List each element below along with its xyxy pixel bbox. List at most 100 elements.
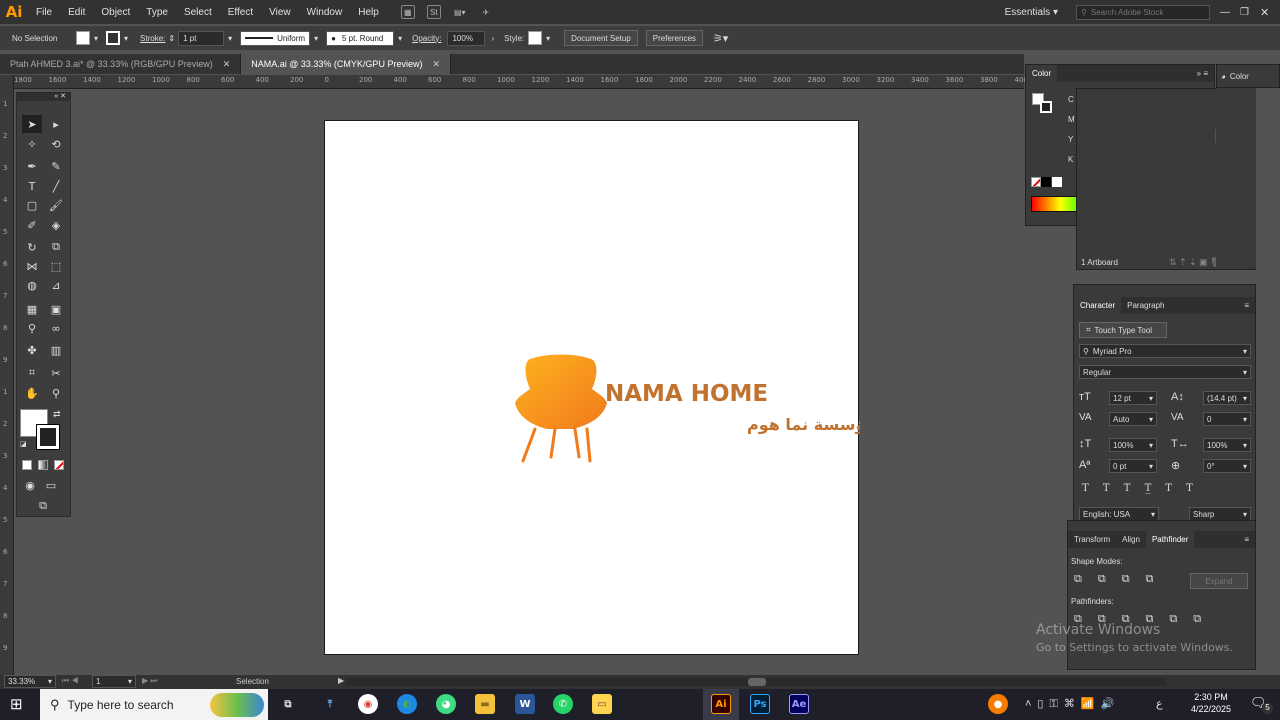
line-tool-icon[interactable]: ╱: [46, 177, 66, 195]
tab-pathfinder[interactable]: Pathfinder: [1145, 531, 1195, 548]
horizontal-scrollbar[interactable]: [346, 678, 1166, 686]
taskbar-search-box[interactable]: ⚲ Type here to search: [40, 689, 268, 720]
maximize-icon[interactable]: ❐: [1240, 7, 1260, 18]
artboard-tool-icon[interactable]: ⌗: [22, 364, 42, 382]
arrange-documents-icon[interactable]: ▤▾: [453, 5, 467, 19]
search-highlight-icon[interactable]: [210, 692, 264, 717]
eyedropper-tool-icon[interactable]: ⚲: [22, 319, 42, 337]
chevron-down-icon[interactable]: ▾: [546, 34, 550, 43]
menu-edit[interactable]: Edit: [60, 7, 93, 18]
kerning-field[interactable]: Auto ▾: [1109, 412, 1157, 426]
chevron-down-icon[interactable]: ▾: [314, 34, 318, 43]
align-menu-icon[interactable]: ⚞▾: [713, 32, 728, 45]
photoshop-taskbar-icon[interactable]: Ps: [750, 694, 770, 714]
task-view-icon[interactable]: ⧉: [278, 694, 298, 714]
paintbrush-tool-icon[interactable]: 🖌: [46, 196, 66, 214]
draw-normal-icon[interactable]: ◉: [20, 476, 40, 494]
character-panel-header[interactable]: Character Paragraph ≡: [1074, 297, 1255, 314]
leading-field[interactable]: (14.4 pt) ▾: [1203, 391, 1251, 405]
stroke-weight-field[interactable]: 1 pt: [178, 30, 225, 46]
artboard-actions-icon[interactable]: ⇅ ⇡ ⇣ ▣ 🗑: [1169, 257, 1222, 268]
graphic-style-swatch[interactable]: [528, 31, 543, 45]
rectangle-tool-icon[interactable]: ▢: [22, 196, 42, 214]
color-panel-header[interactable]: Color » ≡: [1026, 65, 1214, 82]
stroke-color-icon[interactable]: [36, 424, 60, 450]
text-style-buttons-icon[interactable]: TTTT̲TT: [1082, 483, 1207, 494]
anti-aliasing-field[interactable]: Sharp ▾: [1189, 507, 1251, 521]
selection-tool-icon[interactable]: ➤: [22, 115, 42, 133]
gpu-performance-icon[interactable]: ✈: [479, 5, 493, 19]
weather-icon[interactable]: ●: [988, 694, 1008, 714]
chevron-down-icon[interactable]: ▾: [124, 34, 128, 43]
slice-tool-icon[interactable]: ✂: [46, 364, 66, 382]
edit-toolbar-icon[interactable]: ⧉: [33, 497, 53, 515]
character-rotation-field[interactable]: 0° ▾: [1203, 459, 1251, 473]
black-swatch[interactable]: [1041, 177, 1051, 187]
tab-transform[interactable]: Transform: [1068, 531, 1116, 548]
tab-nama[interactable]: NAMA.ai @ 33.33% (CMYK/GPU Preview) ✕: [241, 54, 451, 74]
column-graph-tool-icon[interactable]: ▥: [46, 341, 66, 359]
tab-color[interactable]: Color: [1026, 65, 1058, 82]
free-transform-tool-icon[interactable]: ⬚: [46, 257, 66, 275]
none-mode-icon[interactable]: [54, 460, 64, 470]
windows-start-icon[interactable]: ⊞: [10, 695, 23, 713]
artboard[interactable]: NAMA HOME مؤسسة نما هوم: [324, 120, 875, 656]
chevron-down-icon[interactable]: ▾: [1243, 368, 1247, 377]
color-mode-icon[interactable]: [22, 460, 32, 470]
input-language-indicator[interactable]: ع: [1156, 697, 1163, 710]
file-upload-icon[interactable]: ⤒: [320, 694, 340, 714]
color-panel-icon-tab[interactable]: ◕ Color: [1216, 64, 1280, 88]
menu-object[interactable]: Object: [93, 7, 138, 18]
menu-type[interactable]: Type: [138, 7, 176, 18]
baseline-shift-field[interactable]: 0 pt ▾: [1109, 459, 1157, 473]
scale-tool-icon[interactable]: ⧉: [46, 238, 66, 256]
whatsapp-icon[interactable]: ✆: [553, 694, 573, 714]
stepper-icon[interactable]: ⇕: [168, 34, 175, 43]
font-size-field[interactable]: 12 pt ▾: [1109, 391, 1157, 405]
shape-builder-tool-icon[interactable]: ◍: [22, 276, 42, 294]
horizontal-scale-field[interactable]: 100% ▾: [1203, 438, 1251, 452]
expand-button[interactable]: Expand: [1190, 573, 1248, 589]
panel-collapse-icon[interactable]: « ✕: [17, 93, 70, 101]
preferences-button[interactable]: Preferences: [645, 30, 703, 46]
panel-menu-icon[interactable]: » ≡: [1197, 69, 1208, 78]
chevron-down-icon[interactable]: ▾: [398, 34, 402, 43]
stroke-color-icon[interactable]: [1040, 101, 1052, 113]
horizontal-ruler[interactable]: 1800 1600 1400 1200 1000 800 600 400 200 0 200 400 6…: [14, 75, 1032, 89]
document-setup-button[interactable]: Document Setup: [564, 30, 638, 46]
default-colors-icon[interactable]: ◪: [20, 440, 27, 448]
brush-definition[interactable]: ● 5 pt. Round: [326, 30, 395, 46]
scrollbar-thumb[interactable]: [748, 678, 766, 686]
swap-colors-icon[interactable]: ⇄: [53, 409, 61, 420]
zoom-tool-icon[interactable]: ⚲: [46, 384, 66, 402]
shape-modes-buttons[interactable]: ⧉⧉⧉⧉: [1074, 573, 1169, 586]
stock-icon[interactable]: St: [426, 5, 441, 19]
bridge-icon[interactable]: ▦: [400, 5, 415, 19]
hand-tool-icon[interactable]: ✋: [22, 384, 42, 402]
pathfinder-panel-header[interactable]: Transform Align Pathfinder ≡: [1068, 531, 1255, 548]
eraser-tool-icon[interactable]: ◈: [46, 216, 66, 234]
opacity-label[interactable]: Opacity:: [412, 34, 441, 43]
edge-icon[interactable]: ◐: [397, 694, 417, 714]
close-tab-icon[interactable]: ✕: [432, 59, 440, 70]
magic-wand-tool-icon[interactable]: ✧: [22, 135, 42, 153]
menu-effect[interactable]: Effect: [220, 7, 261, 18]
white-swatch[interactable]: [1052, 177, 1062, 187]
type-tool-icon[interactable]: T: [22, 177, 42, 195]
after-effects-taskbar-icon[interactable]: Ae: [789, 694, 809, 714]
status-menu-icon[interactable]: ▶: [338, 676, 344, 685]
screen-mode-icon[interactable]: ▭: [41, 476, 61, 494]
menu-window[interactable]: Window: [299, 7, 351, 18]
chevron-down-icon[interactable]: ▾: [228, 34, 232, 43]
zoom-field[interactable]: 33.33% ▾: [4, 675, 56, 688]
android-app-icon[interactable]: ◕: [436, 694, 456, 714]
tab-ptah-ahmed[interactable]: Ptah AHMED 3.ai* @ 33.33% (RGB/GPU Previ…: [0, 54, 242, 74]
direct-selection-tool-icon[interactable]: ▸: [46, 115, 66, 133]
perspective-grid-tool-icon[interactable]: ⊿: [46, 276, 66, 294]
blend-tool-icon[interactable]: ∞: [46, 319, 66, 337]
opacity-field[interactable]: 100%: [447, 30, 486, 46]
curvature-tool-icon[interactable]: ✎: [46, 157, 66, 175]
prev-artboard-icon[interactable]: ⏮ ◀: [62, 676, 79, 686]
file-explorer-icon[interactable]: ▬: [475, 694, 495, 714]
logo-artwork[interactable]: NAMA HOME مؤسسة نما هوم: [325, 121, 875, 656]
